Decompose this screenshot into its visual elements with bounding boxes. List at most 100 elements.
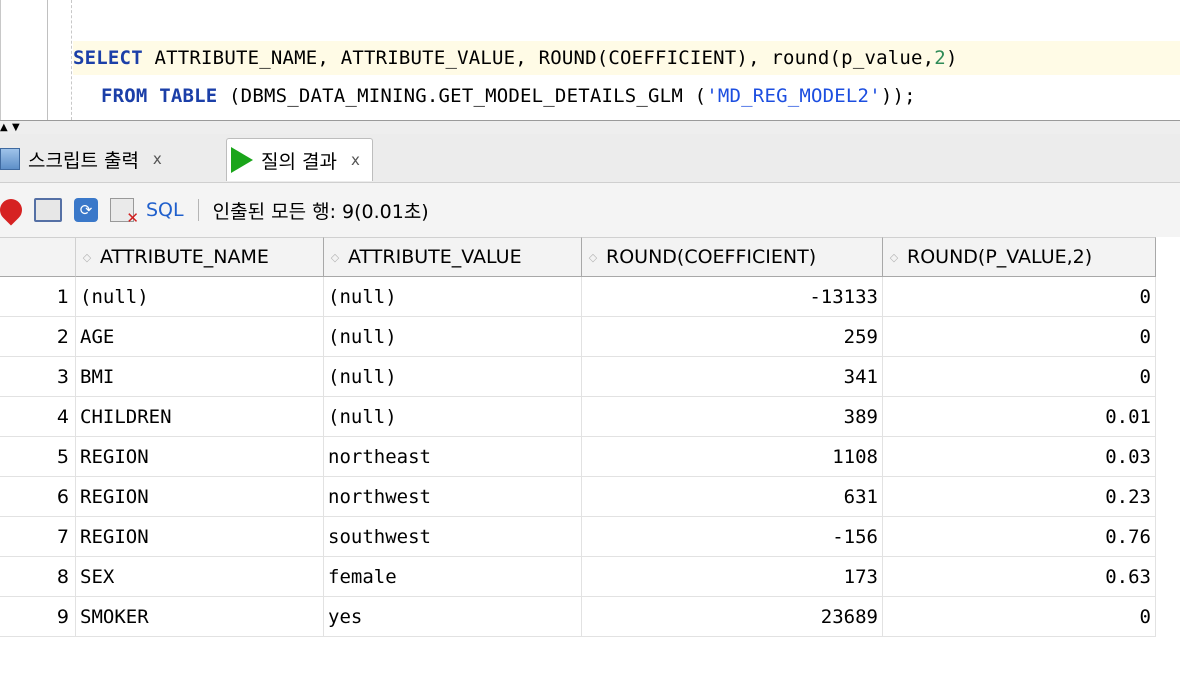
tab-script-output[interactable]: 스크립트 출력 x bbox=[0, 138, 162, 180]
editor-indent-guide bbox=[71, 0, 72, 120]
table-row[interactable]: 1 (null) (null) -13133 0 bbox=[0, 277, 1156, 317]
column-header[interactable]: ◇ ATTRIBUTE_NAME bbox=[76, 237, 324, 277]
row-number-header bbox=[0, 237, 76, 277]
sql-developer-window: SELECT ATTRIBUTE_NAME, ATTRIBUTE_VALUE, … bbox=[0, 0, 1180, 688]
cell-attribute-name[interactable]: SMOKER bbox=[76, 597, 324, 637]
cell-p-value[interactable]: 0 bbox=[883, 597, 1156, 637]
code-text: ) bbox=[945, 47, 958, 69]
cell-p-value[interactable]: 0.03 bbox=[883, 437, 1156, 477]
cell-attribute-name[interactable]: REGION bbox=[76, 477, 324, 517]
cell-coefficient[interactable]: -156 bbox=[582, 517, 883, 557]
cell-attribute-name[interactable]: SEX bbox=[76, 557, 324, 597]
table-row[interactable]: 4 CHILDREN (null) 389 0.01 bbox=[0, 397, 1156, 437]
cell-attribute-name[interactable]: (null) bbox=[76, 277, 324, 317]
cell-coefficient[interactable]: 341 bbox=[582, 357, 883, 397]
cell-attribute-value[interactable]: northwest bbox=[324, 477, 582, 517]
table-row[interactable]: 6 REGION northwest 631 0.23 bbox=[0, 477, 1156, 517]
collapse-up-icon[interactable]: ▲ bbox=[0, 123, 8, 133]
table-row[interactable]: 7 REGION southwest -156 0.76 bbox=[0, 517, 1156, 557]
editor-gutter-divider bbox=[47, 0, 48, 120]
sql-button[interactable]: SQL bbox=[146, 199, 184, 221]
table-row[interactable]: 3 BMI (null) 341 0 bbox=[0, 357, 1156, 397]
cell-attribute-value[interactable]: (null) bbox=[324, 317, 582, 357]
cell-coefficient[interactable]: 1108 bbox=[582, 437, 883, 477]
cell-attribute-name[interactable]: CHILDREN bbox=[76, 397, 324, 437]
panel-splitter[interactable]: ▲ ▼ bbox=[0, 120, 1180, 135]
cell-p-value[interactable]: 0.76 bbox=[883, 517, 1156, 557]
cell-coefficient[interactable]: 389 bbox=[582, 397, 883, 437]
column-header-label: ROUND(P_VALUE,2) bbox=[907, 246, 1093, 268]
result-toolbar: ⟳ SQL 인출된 모든 행: 9(0.01초) bbox=[0, 183, 1180, 237]
cell-attribute-value[interactable]: (null) bbox=[324, 357, 582, 397]
keyword-table: TABLE bbox=[159, 85, 218, 107]
column-header-label: ROUND(COEFFICIENT) bbox=[606, 246, 817, 268]
cell-coefficient[interactable]: 259 bbox=[582, 317, 883, 357]
sort-icon: ◇ bbox=[889, 250, 899, 264]
sort-icon: ◇ bbox=[588, 250, 598, 264]
cell-attribute-name[interactable]: AGE bbox=[76, 317, 324, 357]
fetch-status: 인출된 모든 행: 9(0.01초) bbox=[212, 200, 429, 223]
code-string: 'MD_REG_MODEL2' bbox=[706, 85, 881, 107]
table-row[interactable]: 8 SEX female 173 0.63 bbox=[0, 557, 1156, 597]
play-icon bbox=[231, 147, 253, 173]
cell-p-value[interactable]: 0.23 bbox=[883, 477, 1156, 517]
cell-attribute-value[interactable]: (null) bbox=[324, 277, 582, 317]
code-text: (DBMS_DATA_MINING.GET_MODEL_DETAILS_GLM … bbox=[217, 85, 707, 107]
code-line-1[interactable]: SELECT ATTRIBUTE_NAME, ATTRIBUTE_VALUE, … bbox=[73, 41, 1180, 75]
row-number: 8 bbox=[0, 557, 76, 597]
cell-attribute-value[interactable]: northeast bbox=[324, 437, 582, 477]
table-row[interactable]: 5 REGION northeast 1108 0.03 bbox=[0, 437, 1156, 477]
cell-p-value[interactable]: 0.01 bbox=[883, 397, 1156, 437]
code-text: )); bbox=[880, 85, 916, 107]
sql-editor[interactable]: SELECT ATTRIBUTE_NAME, ATTRIBUTE_VALUE, … bbox=[0, 0, 1180, 120]
cell-coefficient[interactable]: 23689 bbox=[582, 597, 883, 637]
row-number: 7 bbox=[0, 517, 76, 557]
print-icon[interactable] bbox=[34, 198, 62, 222]
sort-icon: ◇ bbox=[82, 250, 92, 264]
row-number: 6 bbox=[0, 477, 76, 517]
tab-label: 스크립트 출력 bbox=[28, 149, 139, 172]
cell-p-value[interactable]: 0 bbox=[883, 277, 1156, 317]
close-icon[interactable]: x bbox=[153, 150, 162, 168]
table-row[interactable]: 9 SMOKER yes 23689 0 bbox=[0, 597, 1156, 637]
tab-label: 질의 결과 bbox=[261, 150, 337, 173]
refresh-icon[interactable]: ⟳ bbox=[74, 198, 98, 222]
cell-coefficient[interactable]: -13133 bbox=[582, 277, 883, 317]
cell-coefficient[interactable]: 631 bbox=[582, 477, 883, 517]
column-header-label: ATTRIBUTE_VALUE bbox=[348, 246, 522, 268]
row-number: 1 bbox=[0, 277, 76, 317]
column-header[interactable]: ◇ ROUND(COEFFICIENT) bbox=[582, 237, 883, 277]
code-text: ATTRIBUTE_NAME, ATTRIBUTE_VALUE, ROUND(C… bbox=[142, 47, 935, 69]
column-header-label: ATTRIBUTE_NAME bbox=[100, 246, 269, 268]
column-header[interactable]: ◇ ATTRIBUTE_VALUE bbox=[324, 237, 582, 277]
script-icon bbox=[0, 148, 20, 170]
keyword-from: FROM bbox=[101, 85, 148, 107]
tab-query-result[interactable]: 질의 결과 x bbox=[226, 138, 373, 181]
cell-attribute-name[interactable]: REGION bbox=[76, 517, 324, 557]
cancel-sql-icon[interactable] bbox=[110, 198, 139, 227]
cell-p-value[interactable]: 0.63 bbox=[883, 557, 1156, 597]
collapse-down-icon[interactable]: ▼ bbox=[12, 123, 20, 133]
row-number: 9 bbox=[0, 597, 76, 637]
cell-attribute-value[interactable]: female bbox=[324, 557, 582, 597]
row-number: 3 bbox=[0, 357, 76, 397]
row-number: 4 bbox=[0, 397, 76, 437]
close-icon[interactable]: x bbox=[351, 151, 360, 169]
code-line-2[interactable]: FROM TABLE (DBMS_DATA_MINING.GET_MODEL_D… bbox=[73, 79, 1180, 113]
table-row[interactable]: 2 AGE (null) 259 0 bbox=[0, 317, 1156, 357]
cell-attribute-value[interactable]: southwest bbox=[324, 517, 582, 557]
cell-attribute-name[interactable]: BMI bbox=[76, 357, 324, 397]
keyword-select: SELECT bbox=[73, 47, 143, 69]
sort-icon: ◇ bbox=[330, 250, 340, 264]
code-number: 2 bbox=[934, 47, 946, 69]
toolbar-divider bbox=[197, 199, 199, 221]
cell-attribute-value[interactable]: (null) bbox=[324, 397, 582, 437]
cell-coefficient[interactable]: 173 bbox=[582, 557, 883, 597]
column-header[interactable]: ◇ ROUND(P_VALUE,2) bbox=[883, 237, 1156, 277]
cell-attribute-name[interactable]: REGION bbox=[76, 437, 324, 477]
cell-attribute-value[interactable]: yes bbox=[324, 597, 582, 637]
cell-p-value[interactable]: 0 bbox=[883, 317, 1156, 357]
cell-p-value[interactable]: 0 bbox=[883, 357, 1156, 397]
pin-icon[interactable] bbox=[0, 194, 27, 226]
